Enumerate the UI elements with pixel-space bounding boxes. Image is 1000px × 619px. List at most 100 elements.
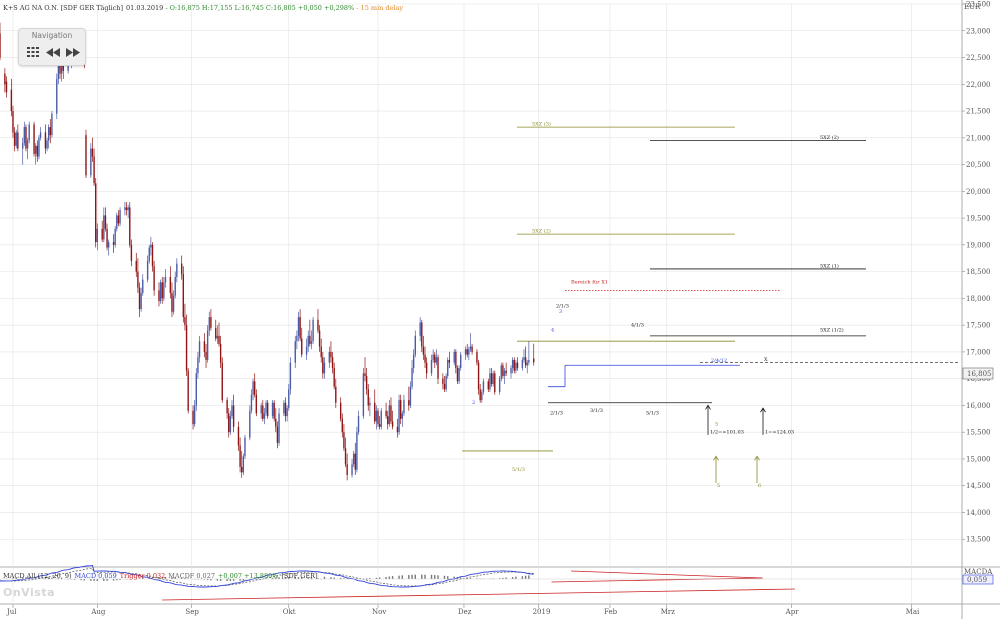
candle-body [112,242,115,245]
chart-background [0,0,1000,619]
candle-body [262,405,264,419]
candle-body [161,282,163,299]
candle-body [197,357,199,374]
macd-histogram-bar [434,575,436,579]
candle-body [23,127,26,144]
candle-body [365,375,368,390]
candle-body [513,359,515,371]
candle-body [357,416,360,433]
grid-icon[interactable] [25,45,41,59]
y-tick-label: 21,000 [966,134,991,142]
x-tick-label: 2019 [533,608,551,616]
candle-body [125,207,128,211]
macd-histogram-bar [511,577,514,579]
candle-body [226,400,228,414]
fast-forward-icon[interactable] [64,45,82,59]
candle-body [510,367,512,374]
candle-body [255,394,258,414]
x-tick-label: Feb [604,608,618,616]
y-tick-label: 18,000 [966,295,991,303]
y-tick-label: 21,500 [966,108,991,116]
candle-body [468,349,470,355]
candle-body [533,358,535,363]
candle-body [250,394,253,411]
annotation-label: 3/1/3 [590,408,603,414]
candle-body [364,373,366,376]
candle-body [502,365,504,376]
candle-body [106,228,108,248]
x-tick-label: Dez [458,608,472,616]
candle-body [351,464,353,476]
candle-body [187,370,189,411]
y-tick-label: 18,500 [966,268,991,276]
candle-body [124,207,126,211]
candle-body [103,215,105,240]
y-tick-label: 19,500 [966,215,991,223]
candle-body [320,346,322,358]
candle-body [374,402,376,422]
candle-body [153,266,155,291]
candle-body [206,330,209,360]
candle-body [390,405,392,422]
candle-body [205,351,207,360]
candle-body [221,362,223,401]
candle-body [182,274,185,318]
candle-body [422,346,425,355]
y-tick-label: 15,000 [966,455,991,463]
candle-body [498,378,501,393]
x-tick-label: Nov [372,608,386,616]
candle-body [263,413,266,419]
annotation-label: 5XZ (3) [532,121,551,128]
candle-body [62,65,64,71]
candle-body [335,386,337,403]
candle-body [421,322,423,347]
y-tick-label: 23,000 [966,27,991,35]
candle-body [96,228,99,243]
macd-histogram-bar [443,575,446,579]
candle-body [239,445,241,467]
x-tick-label: Okt [283,608,296,616]
candle-body [142,279,144,294]
candle-body [378,424,381,427]
macd-histogram-bar [388,576,391,579]
candle-body [425,362,428,374]
candle-body [44,132,47,149]
candle-body [299,317,301,339]
candle-body [466,349,468,355]
chart-grid [0,0,1000,619]
candle-body [286,408,288,417]
candle-body [341,418,343,433]
candle-body [447,359,449,376]
candle-body [203,341,206,352]
candle-body [294,341,296,363]
candle-body [176,263,178,277]
annotation-label: 3 [559,309,562,315]
candle-body [516,362,519,368]
candle-body [312,319,314,342]
candle-body [140,293,142,310]
candle-body [443,384,446,390]
y-tick-label: 22,000 [966,81,991,89]
candle-body [455,351,457,368]
annotation-label: 1=>124.03 [765,429,794,435]
annotation-label: 5/1/3 [512,467,525,473]
candle-body [412,354,415,368]
candle-body [362,373,365,417]
candle-body [318,330,321,347]
candle-body [515,362,517,371]
candle-body [36,145,39,157]
candle-body [158,290,160,302]
candle-body [208,317,210,331]
rewind-icon[interactable] [44,45,62,59]
candle-body [453,351,455,363]
navigation-title: Navigation [31,31,73,40]
candle-body [346,464,348,476]
candle-body [172,295,175,312]
candle-body [47,127,50,141]
candle-body [10,89,13,112]
candle-body [500,365,502,379]
macd-histogram-bar [330,577,332,579]
y-tick-label: 20,000 [966,188,991,196]
candle-body [385,410,387,417]
watermark-logo: OnVista [3,586,56,599]
